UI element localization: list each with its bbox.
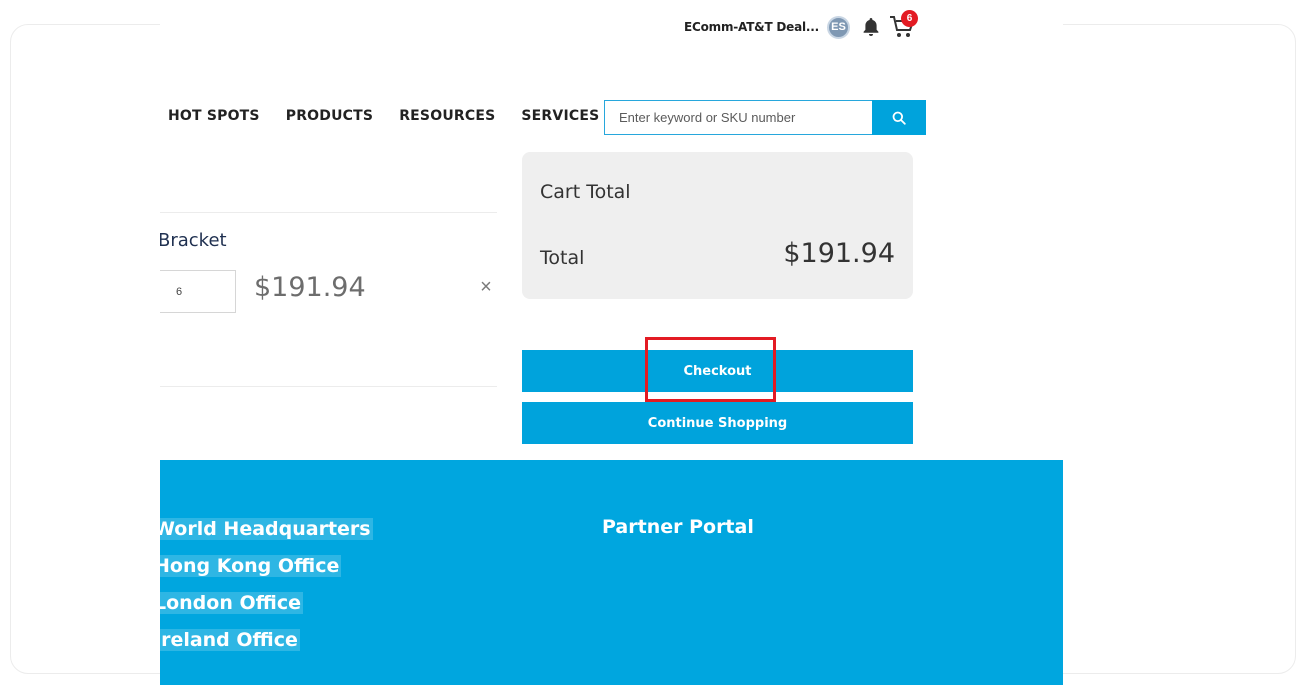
divider-bottom bbox=[160, 386, 497, 387]
checkout-button[interactable]: Checkout bbox=[522, 350, 913, 392]
cart-summary: Cart Total Total $191.94 bbox=[522, 152, 913, 299]
total-label: Total bbox=[540, 247, 585, 269]
cart-item-name[interactable]: Bracket bbox=[160, 230, 227, 251]
quantity-input[interactable] bbox=[160, 270, 236, 313]
continue-shopping-button[interactable]: Continue Shopping bbox=[522, 402, 913, 444]
search-input[interactable] bbox=[604, 100, 872, 135]
search-icon bbox=[892, 111, 906, 125]
top-bar: EComm-AT&T Deal... ES 6 bbox=[684, 10, 918, 44]
page: EComm-AT&T Deal... ES 6 HOT SPOTS PRODUC… bbox=[160, 0, 1063, 685]
avatar[interactable]: ES bbox=[827, 15, 850, 39]
footer-link-hong-kong[interactable]: Hong Kong Office bbox=[160, 555, 342, 577]
summary-title: Cart Total bbox=[540, 181, 631, 203]
search-bar bbox=[604, 100, 926, 135]
footer-link-partner-portal[interactable]: Partner Portal bbox=[602, 516, 754, 538]
nav-item-products[interactable]: PRODUCTS bbox=[286, 108, 373, 124]
cart-item-price: $191.94 bbox=[254, 272, 366, 303]
nav-item-services[interactable]: SERVICES bbox=[521, 108, 599, 124]
nav-item-resources[interactable]: RESOURCES bbox=[399, 108, 495, 124]
divider-top bbox=[160, 212, 497, 213]
search-button[interactable] bbox=[872, 100, 926, 135]
bell-icon[interactable] bbox=[860, 16, 882, 38]
cart-count-badge: 6 bbox=[901, 10, 918, 27]
main-nav: HOT SPOTS PRODUCTS RESOURCES SERVICES bbox=[168, 108, 625, 124]
total-value: $191.94 bbox=[783, 238, 895, 269]
footer-link-london[interactable]: London Office bbox=[160, 592, 303, 614]
remove-item-icon[interactable]: × bbox=[476, 276, 496, 298]
footer: World Headquarters Hong Kong Office Lond… bbox=[160, 460, 1063, 685]
footer-link-ireland[interactable]: Ireland Office bbox=[160, 629, 300, 651]
footer-link-world-hq[interactable]: World Headquarters bbox=[160, 518, 373, 540]
nav-item-hot-spots[interactable]: HOT SPOTS bbox=[168, 108, 260, 124]
cart-icon[interactable]: 6 bbox=[888, 10, 918, 41]
account-name[interactable]: EComm-AT&T Deal... bbox=[684, 20, 819, 34]
